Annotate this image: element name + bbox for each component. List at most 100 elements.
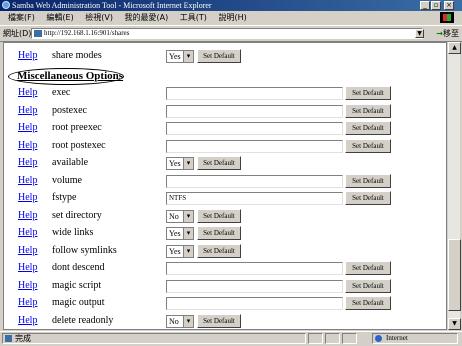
vertical-scrollbar[interactable]: ▲ ▼ [447,42,461,330]
go-label: 移至 [443,29,459,38]
help-link[interactable]: Help [18,297,37,308]
help-link[interactable]: Help [18,245,37,256]
help-link[interactable]: Help [18,105,37,116]
help-link[interactable]: Help [18,175,37,186]
set-default-button[interactable]: Set Default [197,49,241,63]
menu-edit[interactable]: 編輯(E) [46,13,73,22]
param-name: set directory [52,209,102,221]
param-row-fstype: Help fstype NTFS Set Default [4,190,446,207]
page-icon [34,30,42,37]
menu-tools[interactable]: 工具(T) [180,13,207,22]
status-text-cell: 完成 [2,333,306,344]
param-row-follow-symlinks: Help follow symlinks YesSet Default [4,243,446,260]
set-default-button[interactable]: Set Default [345,103,391,118]
help-link[interactable]: Help [18,280,37,291]
set-default-button[interactable]: Set Default [345,173,391,188]
param-select[interactable]: Yes [166,244,194,258]
set-default-button[interactable]: Set Default [345,296,391,310]
page-done-icon [5,335,12,342]
param-input[interactable] [166,87,343,100]
close-button[interactable]: × [444,1,454,10]
page-content: Help share modes Yes Set Default Miscell… [3,42,447,330]
param-select[interactable]: Yes [166,157,194,170]
param-input[interactable] [166,104,343,118]
set-default-button[interactable]: Set Default [345,138,391,153]
param-input[interactable] [166,262,343,275]
set-default-button[interactable]: Set Default [197,156,241,170]
status-cell [325,333,340,344]
set-default-button[interactable]: Set Default [345,278,391,293]
help-link[interactable]: Help [18,192,37,203]
go-arrow-icon: → [436,29,443,38]
param-select[interactable]: Yes [166,50,194,63]
help-link[interactable]: Help [18,50,37,61]
minimize-button[interactable]: _ [420,1,430,10]
help-link[interactable]: Help [18,157,37,168]
param-name: wide links [52,227,94,238]
section-heading: Miscellaneous Options [8,68,124,85]
menu-file[interactable]: 檔案(F) [8,13,35,22]
param-row-volume: Help volume Set Default [4,173,446,190]
param-name: delete readonly [52,314,114,326]
address-url: http://192.168.1.16:901/shares [44,29,130,37]
param-name: dont descend [52,262,105,273]
param-name: fstype [52,192,77,203]
section-title: Miscellaneous Options [17,70,124,82]
help-link[interactable]: Help [18,262,37,273]
param-name: volume [52,174,82,186]
param-row-exec: Help exec Set Default [4,85,446,102]
zone-label: Internet [386,334,408,342]
scroll-up-button[interactable]: ▲ [448,42,461,54]
zone-indicator: Internet [372,333,458,344]
scroll-down-button[interactable]: ▼ [448,318,461,330]
help-link[interactable]: Help [18,87,37,98]
internet-globe-icon [375,335,382,342]
param-input[interactable] [166,279,343,293]
param-row-delete-readonly: Help delete readonly NoSet Default [4,313,446,330]
menu-bar: 檔案(F) 編輯(E) 檢視(V) 我的最愛(A) 工具(T) 說明(H) [0,11,462,26]
menu-help[interactable]: 說明(H) [218,13,246,22]
help-link[interactable]: Help [18,210,37,221]
scroll-thumb[interactable] [448,239,461,311]
param-select[interactable]: Yes [166,227,194,240]
param-input[interactable] [166,297,343,310]
ie-icon [2,1,10,9]
set-default-button[interactable]: Set Default [197,243,241,258]
title-bar: Samba Web Administration Tool - Microsof… [0,0,462,11]
param-name: available [52,157,89,168]
set-default-button[interactable]: Set Default [197,313,241,328]
param-row-share-modes: Help share modes Yes Set Default [4,48,446,65]
param-name: exec [52,87,71,98]
set-default-button[interactable]: Set Default [197,226,241,240]
maximize-button[interactable]: ▫ [431,1,441,10]
help-link[interactable]: Help [18,122,37,133]
param-row-dont-descend: Help dont descend Set Default [4,260,446,277]
param-select[interactable]: No [166,209,194,223]
param-row-wide-links: Help wide links YesSet Default [4,225,446,242]
go-button[interactable]: →移至 [436,28,459,39]
param-input[interactable] [166,122,343,135]
window-title: Samba Web Administration Tool - Microsof… [12,1,212,10]
set-default-button[interactable]: Set Default [197,208,241,223]
address-dropdown-icon[interactable]: ▼ [415,29,424,38]
param-row-available: Help available YesSet Default [4,155,446,172]
windows-logo-icon [440,12,454,23]
param-select[interactable]: No [166,314,194,328]
param-name: magic output [52,297,105,308]
param-row-root-postexec: Help root postexec Set Default [4,138,446,155]
set-default-button[interactable]: Set Default [345,86,391,100]
set-default-button[interactable]: Set Default [345,191,391,205]
set-default-button[interactable]: Set Default [345,261,391,275]
help-link[interactable]: Help [18,227,37,238]
set-default-button[interactable]: Set Default [345,121,391,135]
menu-view[interactable]: 檢視(V) [85,13,113,22]
param-input[interactable] [166,174,343,188]
address-bar: 網址(D) http://192.168.1.16:901/shares ▼ →… [0,26,462,42]
menu-favorites[interactable]: 我的最愛(A) [125,13,169,22]
help-link[interactable]: Help [18,315,37,326]
help-link[interactable]: Help [18,140,37,151]
param-input[interactable] [166,139,343,153]
address-input[interactable]: http://192.168.1.16:901/shares [31,28,423,39]
param-input[interactable]: NTFS [166,192,343,205]
status-bar: 完成 Internet [0,331,462,346]
